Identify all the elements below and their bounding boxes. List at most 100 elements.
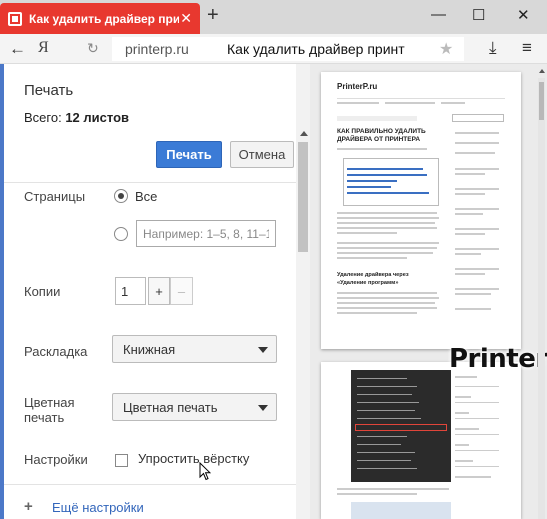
browser-tab[interactable]: Как удалить драйвер при ✕ — [0, 3, 200, 34]
maximize-button[interactable]: ☐ — [472, 6, 485, 24]
address-bar: ← Я ↻ printerp.ru Как удалить драйвер пр… — [0, 34, 547, 64]
tab-close-icon[interactable]: ✕ — [180, 10, 192, 27]
page-menu-line — [357, 410, 415, 411]
page-sidebar-line — [455, 476, 491, 478]
preview-scrollbar[interactable] — [538, 78, 545, 519]
minimize-button[interactable]: — — [431, 6, 446, 23]
page-toc-link — [347, 168, 423, 170]
page-menu-line — [357, 386, 417, 387]
pages-custom-radio[interactable] — [114, 227, 128, 241]
preview-page-2 — [321, 362, 521, 519]
simplify-layout-checkbox[interactable] — [115, 454, 128, 467]
cancel-button[interactable]: Отмена — [230, 141, 294, 168]
print-button[interactable]: Печать — [156, 141, 222, 168]
new-tab-button[interactable]: + — [207, 4, 219, 27]
page-menu-line — [357, 460, 411, 461]
page-sidebar-line — [455, 450, 499, 451]
page-sidebar-line — [455, 152, 495, 154]
page-sidebar-line — [455, 434, 499, 435]
page-menu-line — [357, 444, 401, 445]
url-text[interactable]: printerp.ru — [125, 41, 189, 57]
copies-decrement-button[interactable]: – — [170, 277, 193, 305]
page-sidebar-line — [455, 308, 491, 310]
layout-value: Книжная — [123, 341, 176, 357]
page-sidebar-line — [455, 188, 499, 190]
page-text-line — [337, 302, 435, 304]
tab-title: Как удалить драйвер при — [29, 11, 179, 26]
title-bar: Как удалить драйвер при ✕ + — ☐ ✕ — [0, 0, 547, 34]
mouse-cursor-icon — [199, 462, 211, 481]
close-window-button[interactable]: ✕ — [517, 6, 530, 24]
preview-scrollbar-thumb[interactable] — [539, 82, 544, 120]
scroll-up-arrow-icon[interactable] — [300, 131, 308, 136]
page-sidebar-line — [455, 418, 499, 419]
print-settings-panel: Печать Всего: 12 листов Печать Отмена Ст… — [4, 64, 300, 519]
page-nav-line — [337, 98, 505, 99]
panel-scrollbar-thumb[interactable] — [298, 142, 308, 252]
layout-select[interactable]: Книжная — [112, 335, 277, 363]
page-search-box — [452, 114, 504, 122]
page-text-line — [337, 217, 439, 219]
copies-input[interactable] — [115, 277, 146, 305]
page-text-line — [337, 257, 407, 259]
page-text-line — [337, 212, 437, 214]
plus-icon[interactable]: + — [24, 498, 33, 515]
divider — [4, 182, 296, 183]
page-toc-link — [347, 192, 429, 194]
page-toc-box — [343, 158, 439, 206]
chevron-down-icon — [258, 405, 268, 411]
browser-menu-icon[interactable]: ≡ — [522, 38, 532, 58]
simplify-layout-label[interactable]: Упростить вёрстку — [138, 451, 249, 466]
color-label-line1: Цветная — [24, 395, 75, 410]
page-text-line — [337, 292, 437, 294]
pages-all-label[interactable]: Все — [135, 189, 157, 204]
bookmark-star-icon[interactable]: ★ — [439, 39, 453, 59]
page-text-line — [337, 247, 437, 249]
total-sheets: Всего: 12 листов — [24, 110, 129, 125]
page-sidebar-line — [455, 233, 485, 235]
page-menu-line — [357, 468, 417, 469]
page-toc-link — [347, 180, 397, 182]
layout-label: Раскладка — [24, 344, 88, 359]
pages-range-input[interactable] — [136, 220, 276, 247]
page-subheading-line2: «Удаление программ» — [337, 280, 399, 286]
reload-icon[interactable]: ↻ — [87, 40, 99, 57]
page-logo: PrinterP.ru — [337, 82, 378, 91]
page-heading-line1: КАК ПРАВИЛЬНО УДАЛИТЬ — [337, 128, 426, 135]
pages-label: Страницы — [24, 189, 86, 204]
yandex-logo[interactable]: Я — [38, 39, 49, 57]
download-icon[interactable]: ⤓ — [489, 38, 497, 58]
page-sidebar-line — [455, 142, 499, 144]
page-sidebar-line — [455, 466, 499, 467]
page-text-line — [337, 242, 439, 244]
page-text-line — [337, 232, 397, 234]
page-toc-link — [347, 174, 427, 176]
page-sidebar-line — [455, 253, 481, 255]
page-sidebar-line — [455, 208, 499, 210]
more-settings-link[interactable]: Ещё настройки — [52, 500, 144, 515]
page-sidebar-line — [455, 412, 469, 414]
pages-all-radio[interactable] — [114, 189, 128, 203]
page-sidebar-line — [455, 132, 499, 134]
page-sidebar-line — [455, 268, 499, 270]
tab-favicon-icon — [8, 11, 22, 26]
address-page-title: Как удалить драйвер принт — [227, 41, 405, 57]
scroll-up-arrow-icon[interactable] — [539, 69, 545, 73]
page-heading-line2: ДРАЙВЕРА ОТ ПРИНТЕРА — [337, 136, 421, 143]
page-screenshot — [351, 502, 451, 519]
page-text-line — [337, 488, 449, 490]
page-sidebar-line — [455, 228, 499, 230]
color-value: Цветная печать — [123, 399, 218, 415]
color-select[interactable]: Цветная печать — [112, 393, 277, 421]
back-arrow-icon[interactable]: ← — [9, 39, 26, 59]
page-menu-line — [357, 378, 407, 379]
page-text-line — [337, 493, 417, 495]
page-sidebar-line — [455, 173, 485, 175]
page-menu-line — [357, 436, 407, 437]
page-text-line — [337, 307, 437, 309]
copies-increment-button[interactable]: + — [148, 277, 170, 305]
page-sidebar-line — [455, 213, 483, 215]
page-toc-link — [347, 186, 391, 188]
print-title: Печать — [24, 82, 74, 99]
page-sidebar-line — [455, 386, 499, 387]
